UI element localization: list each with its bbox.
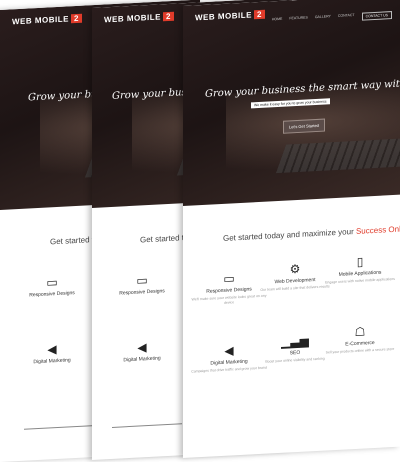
brand-logo[interactable]: WEB MOBILE 2 xyxy=(195,9,265,22)
feature-responsive: ▭ Responsive Designs xyxy=(12,273,92,299)
top-nav: HOME FEATURES GALLERY CONTACT CONTACT US xyxy=(272,11,392,25)
page-preview-front: WEB MOBILE 2 HOME FEATURES GALLERY CONTAC… xyxy=(183,0,400,459)
get-started-button[interactable]: Let's Get Started xyxy=(283,118,325,134)
feature-marketing: ◀ Digital Marketing xyxy=(12,340,92,366)
laptop-icon: ▭ xyxy=(136,273,148,288)
feature-marketing: ◀ Digital Marketing xyxy=(102,338,182,364)
cart-icon: ☖ xyxy=(354,324,366,340)
hero-subline: We make it easy for you to grow your bus… xyxy=(251,98,330,109)
nav-features[interactable]: FEATURES xyxy=(289,15,307,24)
divider xyxy=(24,425,94,430)
feature-responsive: ▭ Responsive Designs xyxy=(102,271,182,297)
nav-cta-button[interactable]: CONTACT US xyxy=(361,11,392,21)
megaphone-icon: ◀ xyxy=(137,340,147,355)
brand-logo[interactable]: WEB MOBILE 2 xyxy=(104,11,174,24)
nav-gallery[interactable]: GALLERY xyxy=(315,14,331,23)
hero-banner: WEB MOBILE 2 HOME FEATURES GALLERY CONTAC… xyxy=(183,0,400,206)
laptop-icon: ▭ xyxy=(46,274,58,290)
megaphone-icon: ◀ xyxy=(47,342,57,357)
feature-mobile: ▯ Mobile Applications Engage users with … xyxy=(320,253,400,286)
brand-logo[interactable]: WEB MOBILE 2 xyxy=(12,13,82,26)
nav-home[interactable]: HOME xyxy=(272,17,283,26)
divider xyxy=(112,423,182,428)
hero-headline: Grow your business the smart way with di… xyxy=(205,75,400,100)
mobile-icon: ▯ xyxy=(356,254,364,269)
feature-ecommerce: ☖ E-Commerce Sell your products online w… xyxy=(320,323,400,356)
section-title: Get started today and maximize your Succ… xyxy=(223,224,400,243)
nav-contact[interactable]: CONTACT xyxy=(338,13,355,22)
